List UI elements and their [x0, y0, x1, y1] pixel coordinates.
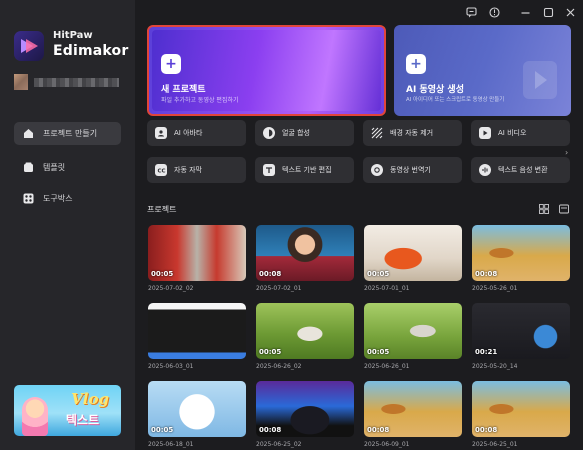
new-project-title: 새 프로젝트	[161, 85, 206, 95]
app-logo-icon	[14, 31, 44, 61]
ai-video-icon	[479, 127, 491, 139]
project-duration: 00:08	[475, 270, 498, 278]
project-thumbnail[interactable]: 00:21	[472, 303, 570, 359]
project-thumbnail[interactable]: 00:05	[256, 303, 354, 359]
brand-name: Edimakor	[53, 43, 129, 59]
sidebar-item-label: 템플릿	[43, 163, 66, 172]
project-thumbnail[interactable]: 00:05	[364, 225, 462, 281]
project-duration: 00:05	[151, 270, 174, 278]
tool-label: 배경 자동 제거	[390, 129, 434, 137]
subtitle-icon: CC	[155, 164, 167, 176]
project-name: 2025-05-26_01	[472, 285, 518, 292]
project-thumbnail[interactable]: 00:08	[472, 225, 570, 281]
tool-label: 텍스트 음성 변환	[498, 166, 548, 174]
tool-label: 텍스트 기반 편집	[282, 166, 332, 174]
plus-icon: +	[406, 54, 426, 74]
sidebar-item-label: 도구박스	[43, 194, 73, 203]
project-name: 2025-07-02_01	[256, 285, 302, 292]
project-thumbnail[interactable]: 00:08	[256, 225, 354, 281]
background-remove-icon	[371, 127, 383, 139]
promo-banner[interactable]: Vlog 텍스트	[14, 385, 121, 436]
promo-title: Vlog	[71, 390, 109, 408]
sidebar: HitPaw Edimakor 프로젝트 만들기 템플릿 도구박스 Vlog 텍…	[0, 0, 135, 450]
sidebar-item-templates[interactable]: 템플릿	[14, 156, 121, 179]
tool-auto-subtitle[interactable]: CC 자동 자막	[147, 157, 246, 183]
maximize-icon[interactable]	[542, 6, 554, 18]
text-edit-icon	[263, 164, 275, 176]
ai-video-card[interactable]: + AI 동영상 생성 AI 아이디어 또는 스크립트로 동영상 만들기	[394, 25, 571, 116]
project-name: 2025-07-02_02	[148, 285, 194, 292]
tts-icon	[479, 164, 491, 176]
home-icon	[22, 128, 34, 140]
project-duration: 00:08	[259, 426, 282, 434]
project-name: 2025-06-09_01	[364, 441, 410, 448]
tool-label: AI 비디오	[498, 129, 527, 137]
projects-title: 프로젝트	[147, 205, 177, 214]
project-thumbnail[interactable]: 00:08	[472, 381, 570, 437]
close-icon[interactable]	[564, 6, 576, 18]
tool-background-remove[interactable]: 배경 자동 제거	[363, 120, 462, 146]
plus-icon: +	[161, 54, 181, 74]
svg-text:CC: CC	[157, 168, 165, 173]
project-thumbnail[interactable]: 00:05	[364, 303, 462, 359]
project-duration: 00:05	[259, 348, 282, 356]
info-icon[interactable]	[488, 6, 500, 18]
ai-video-subtitle: AI 아이디어 또는 스크립트로 동영상 만들기	[406, 97, 505, 103]
project-name: 2025-06-03_01	[148, 363, 194, 370]
project-thumbnail[interactable]: 00:05	[148, 381, 246, 437]
brand-top: HitPaw	[53, 30, 93, 41]
project-name: 2025-06-26_01	[364, 363, 410, 370]
project-name: 2025-07-01_01	[364, 285, 410, 292]
tool-face-swap[interactable]: 얼굴 합성	[255, 120, 354, 146]
tool-label: 동영상 번역기	[390, 166, 431, 174]
video-decoration-icon	[523, 61, 557, 99]
project-duration: 00:08	[367, 426, 390, 434]
sidebar-item-label: 프로젝트 만들기	[43, 129, 98, 138]
tool-label: 자동 자막	[174, 166, 202, 174]
project-name: 2025-06-25_01	[472, 441, 518, 448]
project-duration: 00:08	[475, 426, 498, 434]
project-thumbnail[interactable]: 00:05	[148, 225, 246, 281]
feedback-icon[interactable]	[465, 6, 477, 18]
tool-text-to-speech[interactable]: 텍스트 음성 변환	[471, 157, 570, 183]
project-duration: 00:08	[259, 270, 282, 278]
translate-icon	[371, 164, 383, 176]
project-name: 2025-06-18_01	[148, 441, 194, 448]
project-name: 2025-06-25_02	[256, 441, 302, 448]
project-duration: 00:05	[367, 348, 390, 356]
project-duration: 00:05	[367, 270, 390, 278]
project-duration: 00:05	[151, 426, 174, 434]
face-swap-icon	[263, 127, 275, 139]
tool-video-translator[interactable]: 동영상 번역기	[363, 157, 462, 183]
tool-ai-video[interactable]: AI 비디오	[471, 120, 570, 146]
user-name-blurred[interactable]	[34, 78, 119, 87]
project-duration: 00:21	[475, 348, 498, 356]
template-icon	[22, 162, 34, 174]
sidebar-item-toolbox[interactable]: 도구박스	[14, 187, 121, 210]
new-project-card[interactable]: + 새 프로젝트 파일 추가하고 동영상 편집하기	[147, 25, 386, 116]
promo-character	[22, 397, 48, 436]
avatar-icon	[155, 127, 167, 139]
chevron-right-icon[interactable]: ›	[565, 148, 568, 157]
project-thumbnail[interactable]	[148, 303, 246, 359]
project-name: 2025-06-26_02	[256, 363, 302, 370]
new-project-subtitle: 파일 추가하고 동영상 편집하기	[161, 97, 239, 104]
grid-view-icon[interactable]	[538, 203, 550, 215]
minimize-icon[interactable]	[519, 6, 531, 18]
project-name: 2025-05-20_14	[472, 363, 518, 370]
list-view-icon[interactable]	[558, 203, 570, 215]
sidebar-item-create-project[interactable]: 프로젝트 만들기	[14, 122, 121, 145]
tool-label: 얼굴 합성	[282, 129, 310, 137]
avatar[interactable]	[14, 74, 28, 90]
toolbox-icon	[22, 193, 34, 205]
project-thumbnail[interactable]: 00:08	[256, 381, 354, 437]
project-thumbnail[interactable]: 00:08	[364, 381, 462, 437]
tool-label: AI 아바타	[174, 129, 203, 137]
promo-subtitle: 텍스트	[65, 413, 99, 427]
ai-video-title: AI 동영상 생성	[406, 85, 464, 95]
tool-ai-avatar[interactable]: AI 아바타	[147, 120, 246, 146]
tool-text-edit[interactable]: 텍스트 기반 편집	[255, 157, 354, 183]
